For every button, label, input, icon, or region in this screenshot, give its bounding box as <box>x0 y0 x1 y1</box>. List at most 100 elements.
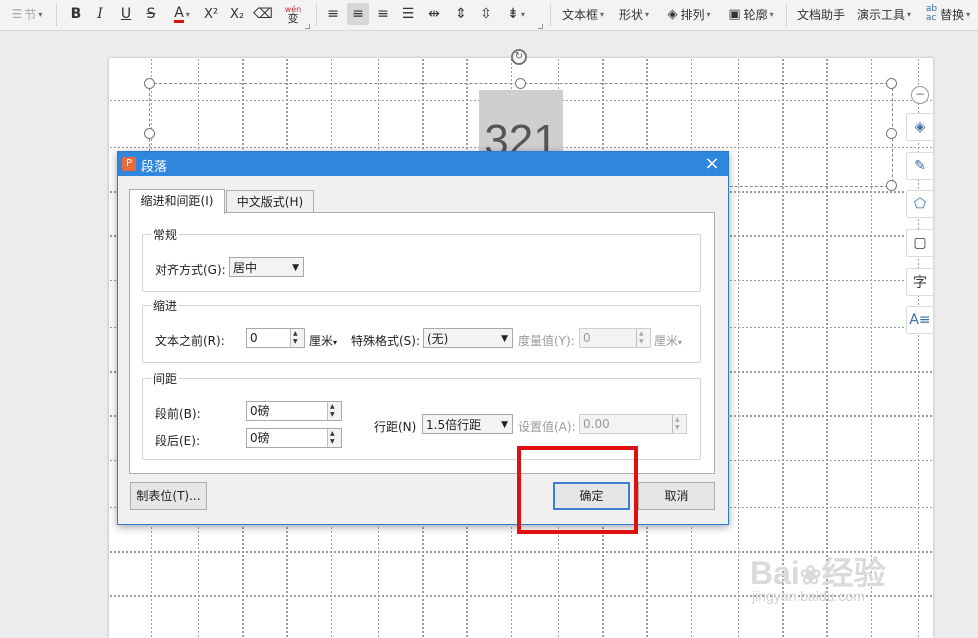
indent-options-icon[interactable]: ⇟ ▾ <box>501 3 531 25</box>
distribute-icon[interactable]: ⇹ <box>423 3 445 25</box>
paragraph-spacing-icon[interactable]: ⇳ <box>476 3 496 25</box>
general-title: 常规 <box>151 226 180 243</box>
stepper-buttons[interactable]: ▲ ▼ <box>327 429 341 447</box>
resize-handle[interactable] <box>886 128 897 139</box>
setting-value-label: 设置值(A): <box>518 420 576 434</box>
cancel-button[interactable]: 取消 <box>638 482 715 510</box>
app-icon: P <box>122 157 136 171</box>
text-effect-icon[interactable]: A≡ <box>906 306 934 334</box>
chevron-down-icon: ▾ <box>769 9 774 19</box>
subscript-button[interactable]: X₂ <box>226 3 248 25</box>
outline-icon: ▣ <box>728 6 741 22</box>
chevron-down-icon: ▾ <box>907 9 912 19</box>
align-left-icon[interactable]: ≡ <box>323 3 343 25</box>
line-spacing-label: 行距(N) <box>374 420 417 434</box>
italic-button[interactable]: I <box>90 3 110 25</box>
pinyin-guide-button[interactable]: wén 变 <box>278 3 308 25</box>
space-after-label: 段后(E): <box>155 434 200 448</box>
stepper-buttons[interactable]: ▲ ▼ <box>636 329 650 347</box>
spacing-title: 间距 <box>151 370 180 387</box>
align-right-icon[interactable]: ≡ <box>373 3 393 25</box>
resize-handle[interactable] <box>144 128 155 139</box>
paw-icon: ❀ <box>799 560 822 590</box>
resize-handle[interactable] <box>886 180 897 191</box>
tab-indent-spacing[interactable]: 缩进和间距(I) <box>129 189 225 214</box>
chevron-down-icon: ▾ <box>706 9 711 19</box>
special-format-label: 特殊格式(S): <box>351 334 421 348</box>
presentation-tools-menu[interactable]: 演示工具 ▾ <box>854 3 914 25</box>
dialog-titlebar[interactable]: P 段落 × <box>118 152 728 176</box>
stepper-buttons[interactable]: ▲ ▼ <box>290 329 304 347</box>
dropdown-arrow-icon: ▼ <box>501 334 508 344</box>
arrange-menu[interactable]: ◈ 排列 ▾ <box>660 3 718 25</box>
toolbar-divider <box>56 4 57 26</box>
chevron-down-icon: ▾ <box>38 9 43 19</box>
textbox-menu[interactable]: 文本框 ▾ <box>558 3 608 25</box>
outline-icon[interactable]: ▢ <box>906 229 934 257</box>
superscript-button[interactable]: X² <box>200 3 222 25</box>
space-before-stepper[interactable]: 0磅 ▲ ▼ <box>246 401 342 421</box>
underline-button[interactable]: U <box>116 3 136 25</box>
measure-label: 度量值(Y): <box>518 334 575 348</box>
measure-unit[interactable]: 厘米▾ <box>654 332 682 349</box>
dropdown-arrow-icon: ▼ <box>292 263 299 273</box>
toolbar-divider <box>550 4 551 26</box>
eraser-icon[interactable]: ⌫ <box>253 3 273 25</box>
justify-icon[interactable]: ☰ <box>398 3 418 25</box>
space-after-stepper[interactable]: 0磅 ▲ ▼ <box>246 428 342 448</box>
dialog-launcher-icon[interactable] <box>538 24 543 29</box>
font-color-button[interactable]: A ▾ <box>168 3 196 25</box>
measure-stepper[interactable]: 0 ▲ ▼ <box>579 328 651 348</box>
layers-icon: ◈ <box>667 6 678 22</box>
highlight-box <box>517 446 638 534</box>
outline-menu[interactable]: ▣ 轮廓 ▾ <box>722 3 780 25</box>
chevron-down-icon: ▾ <box>966 9 971 19</box>
indent-before-stepper[interactable]: 0 ▲ ▼ <box>246 328 305 348</box>
indent-before-label: 文本之前(R): <box>155 334 225 348</box>
indent-title: 缩进 <box>151 297 180 314</box>
rotate-icon[interactable]: ↻ <box>511 49 527 65</box>
dropdown-arrow-icon: ▼ <box>501 420 508 430</box>
space-before-label: 段前(B): <box>155 407 201 421</box>
align-center-icon[interactable]: ≡ <box>347 3 369 25</box>
fill-icon[interactable]: ⬠ <box>906 190 934 218</box>
align-label: 对齐方式(G): <box>155 263 226 277</box>
text-style-icon[interactable]: 字 <box>906 268 934 296</box>
pen-icon[interactable]: ✎ <box>906 152 934 180</box>
number-textbox[interactable]: 321 <box>479 90 563 160</box>
indent-before-unit[interactable]: 厘米▾ <box>309 332 337 349</box>
indent-group: 缩进 文本之前(R): 0 ▲ ▼ 厘米▾ 特殊格式(S): (无) ▼ 度量值(… <box>142 297 701 363</box>
resize-handle[interactable] <box>144 78 155 89</box>
strikethrough-button[interactable]: S <box>141 3 161 25</box>
collapse-icon[interactable]: − <box>911 86 929 104</box>
chevron-down-icon: ▾ <box>333 338 338 347</box>
special-format-select[interactable]: (无) ▼ <box>423 328 513 348</box>
line-spacing-icon[interactable]: ⇕ <box>451 3 471 25</box>
general-group: 常规 对齐方式(G): 居中 ▼ <box>142 226 701 292</box>
close-icon[interactable]: × <box>702 153 722 174</box>
bold-button[interactable]: B <box>66 3 86 25</box>
chevron-down-icon: ▾ <box>600 9 605 19</box>
replace-icon: ab ac <box>925 4 938 23</box>
line-spacing-select[interactable]: 1.5倍行距 ▼ <box>422 414 513 434</box>
tab-chinese-layout[interactable]: 中文版式(H) <box>226 190 314 213</box>
align-select[interactable]: 居中 ▼ <box>229 257 304 277</box>
chevron-down-icon: ▾ <box>678 338 683 347</box>
dialog-title: 段落 <box>141 160 168 175</box>
setting-value-stepper[interactable]: 0.00 ▲ ▼ <box>579 414 687 434</box>
shape-menu[interactable]: 形状 ▾ <box>615 3 653 25</box>
resize-handle[interactable] <box>515 78 526 89</box>
tab-panel: 常规 对齐方式(G): 居中 ▼ 缩进 文本之前(R): 0 ▲ ▼ 厘米▾ 特殊… <box>129 212 715 474</box>
doc-helper-button[interactable]: 文档助手 <box>794 3 848 25</box>
replace-menu[interactable]: ab ac 替换 ▾ <box>920 3 976 25</box>
chevron-down-icon: ▾ <box>645 9 650 19</box>
ribbon-toolbar: ☰ 节 ▾ B I U S A ▾ X² X₂ ⌫ wén 变 ≡ ≡ ≡ ☰ … <box>0 0 978 31</box>
watermark-url: jingyan.baidu.com <box>752 588 865 604</box>
resize-handle[interactable] <box>886 78 897 89</box>
dialog-launcher-icon[interactable] <box>305 24 310 29</box>
section-button[interactable]: ☰ 节 ▾ <box>4 3 50 25</box>
stepper-buttons[interactable]: ▲ ▼ <box>672 415 686 433</box>
tab-stops-button[interactable]: 制表位(T)... <box>130 482 207 510</box>
stepper-buttons[interactable]: ▲ ▼ <box>327 402 341 420</box>
layers-icon[interactable]: ◈ <box>906 113 934 141</box>
